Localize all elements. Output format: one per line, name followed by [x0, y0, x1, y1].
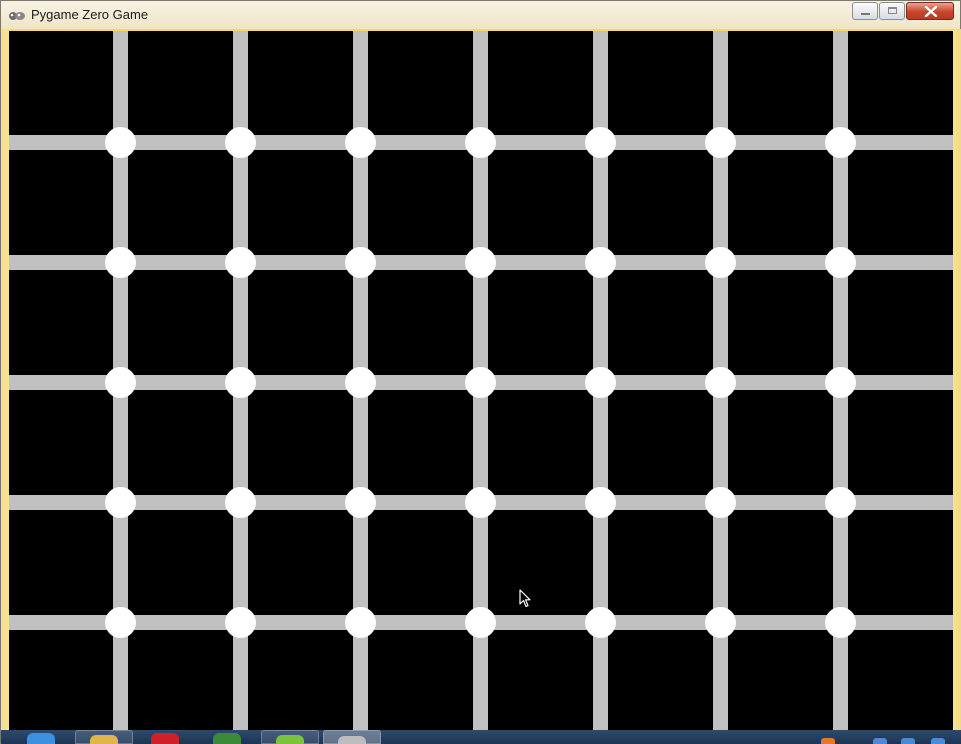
grid-dot	[345, 607, 376, 638]
grid-dot	[105, 247, 136, 278]
grid-dot	[345, 127, 376, 158]
qq-icon[interactable]	[27, 733, 55, 744]
window-title: Pygame Zero Game	[31, 7, 149, 22]
taskbar-button-pygame[interactable]	[323, 730, 381, 744]
grid-dot	[585, 487, 616, 518]
grid-dot	[465, 367, 496, 398]
taskbar	[1, 730, 961, 744]
grid-dot	[825, 487, 856, 518]
grid-dot	[705, 247, 736, 278]
tray-icon-2[interactable]	[873, 738, 887, 744]
grid-dot	[465, 487, 496, 518]
grid-dot	[105, 127, 136, 158]
grid-dot	[585, 607, 616, 638]
tray-icon-3[interactable]	[901, 738, 915, 744]
game-canvas[interactable]	[9, 31, 953, 730]
grid-dot	[225, 487, 256, 518]
adobe-icon[interactable]	[151, 733, 179, 744]
grid-dot	[705, 487, 736, 518]
grid-dot	[825, 367, 856, 398]
title-bar[interactable]: Pygame Zero Game	[1, 1, 961, 29]
grid-dot	[225, 367, 256, 398]
grid-dot	[465, 247, 496, 278]
minimize-button[interactable]	[852, 2, 878, 20]
grid-dot	[105, 487, 136, 518]
taskbar-button-explorer[interactable]	[75, 730, 133, 744]
grid-dot	[825, 247, 856, 278]
window-frame-right[interactable]	[953, 29, 961, 731]
grid-dot	[225, 247, 256, 278]
grid-dot	[705, 127, 736, 158]
grid-dot	[105, 607, 136, 638]
grid-dot	[225, 607, 256, 638]
grid-dot	[225, 127, 256, 158]
grid-dot	[345, 367, 376, 398]
tray-icon-1[interactable]	[821, 738, 835, 744]
grid-dot	[585, 127, 616, 158]
tray-icon-4[interactable]	[931, 738, 945, 744]
grid-dot	[345, 247, 376, 278]
grid-dot	[465, 607, 496, 638]
grid-dot	[105, 367, 136, 398]
taskbar-button-green-app[interactable]	[261, 730, 319, 744]
maximize-button[interactable]	[879, 2, 905, 20]
grid-dot	[705, 367, 736, 398]
grid-dot	[585, 247, 616, 278]
close-button[interactable]	[906, 2, 954, 20]
close-icon	[924, 6, 938, 17]
window-frame-left[interactable]	[1, 29, 9, 731]
grid-dot	[825, 127, 856, 158]
grid-dot	[465, 127, 496, 158]
grid-dot	[585, 367, 616, 398]
mouse-cursor-icon	[519, 589, 531, 608]
media-player-icon[interactable]	[213, 733, 241, 744]
pygame-snake-icon[interactable]	[8, 9, 26, 21]
grid-dot	[825, 607, 856, 638]
grid-dot	[705, 607, 736, 638]
grid-dot	[345, 487, 376, 518]
game-window: Pygame Zero Game	[0, 0, 961, 744]
